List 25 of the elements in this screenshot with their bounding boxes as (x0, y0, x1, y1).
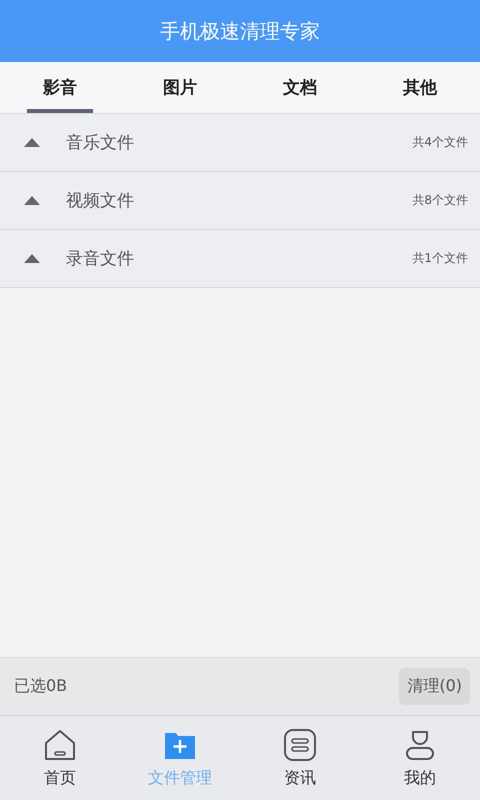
clean-button[interactable]: 清理(0) (399, 668, 470, 705)
nav-label: 文件管理 (148, 768, 212, 788)
nav-label: 我的 (404, 768, 436, 788)
category-tab[interactable]: 影音 (0, 62, 120, 113)
file-count: 共8个文件 (412, 192, 468, 209)
nav-label: 资讯 (284, 768, 316, 788)
app-title: 手机极速清理专家 (160, 18, 320, 44)
file-group-row[interactable]: 录音文件 共1个文件 (0, 230, 480, 288)
category-tab[interactable]: 文档 (240, 62, 360, 113)
group-name: 视频文件 (66, 190, 135, 212)
nav-label: 首页 (44, 768, 76, 788)
file-group-row[interactable]: 视频文件 共8个文件 (0, 172, 480, 230)
group-name: 音乐文件 (66, 132, 135, 154)
news-icon (283, 728, 317, 762)
selected-size: 已选0B (14, 676, 68, 697)
nav-item[interactable]: 首页 (0, 716, 120, 800)
nav-item[interactable]: 资讯 (240, 716, 360, 800)
file-count: 共1个文件 (412, 250, 468, 267)
nav-item[interactable]: 我的 (360, 716, 480, 800)
file-group-row[interactable]: 音乐文件 共4个文件 (0, 114, 480, 172)
category-tab[interactable]: 其他 (360, 62, 480, 113)
file-count: 共4个文件 (412, 134, 468, 151)
group-name: 录音文件 (66, 248, 135, 270)
category-tab[interactable]: 图片 (120, 62, 240, 113)
home-icon (43, 728, 77, 762)
